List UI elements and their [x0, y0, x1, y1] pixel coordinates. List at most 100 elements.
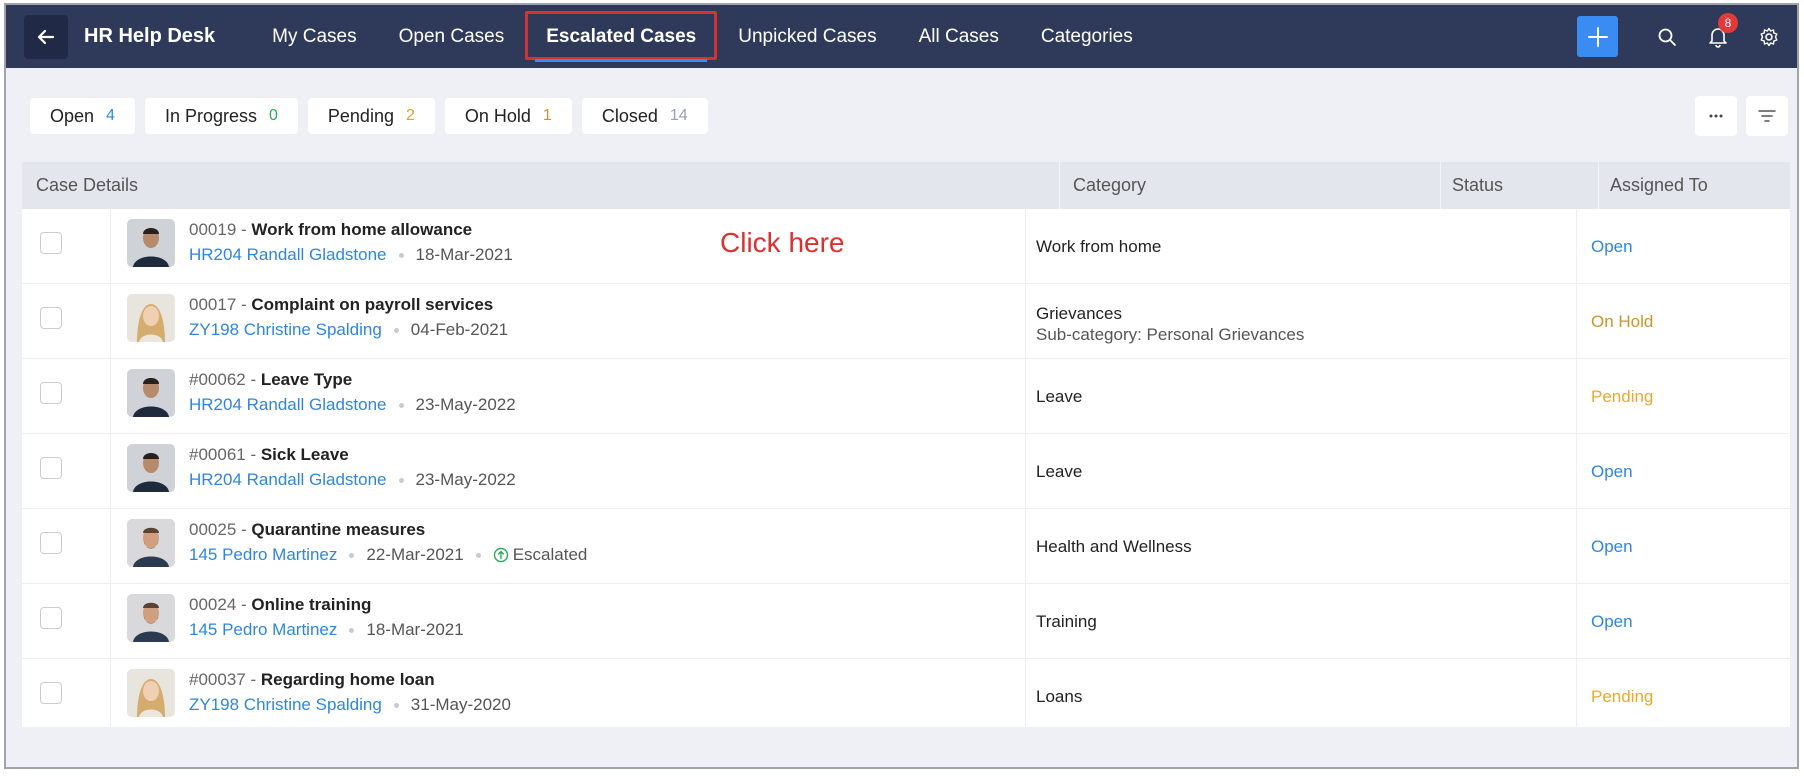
case-subject: Online training	[251, 595, 372, 614]
avatar	[127, 669, 175, 717]
column-divider	[110, 284, 111, 358]
pill-count: 0	[269, 107, 278, 124]
pill-in-progress[interactable]: In Progress 0	[144, 98, 298, 134]
case-category: Health and Wellness	[1036, 537, 1192, 556]
app-title: HR Help Desk	[84, 25, 216, 47]
case-subject: Regarding home loan	[260, 670, 435, 689]
case-id-separator: -	[245, 670, 261, 689]
case-title[interactable]: #00061 - Sick Leave	[189, 445, 349, 465]
row-checkbox[interactable]	[40, 607, 62, 629]
tab-open-cases[interactable]: Open Cases	[378, 5, 526, 68]
table-row[interactable]: #00061 - Sick Leave HR204 Randall Gladsto…	[22, 434, 1790, 509]
case-status[interactable]: Open	[1591, 537, 1633, 557]
case-status[interactable]: Pending	[1591, 387, 1653, 407]
case-status[interactable]: Pending	[1591, 687, 1653, 707]
tab-categories[interactable]: Categories	[1020, 5, 1154, 68]
escalated-icon	[493, 547, 508, 563]
notifications-button[interactable]: 8	[1700, 12, 1738, 55]
case-status[interactable]: Open	[1591, 237, 1633, 257]
column-divider	[110, 509, 111, 583]
row-checkbox[interactable]	[40, 232, 62, 254]
employee-link[interactable]: 145 Pedro Martinez	[189, 620, 337, 640]
case-date: 04-Feb-2021	[410, 320, 509, 339]
header-assigned-to[interactable]: Assigned To	[1610, 162, 1708, 209]
pill-closed[interactable]: Closed 14	[581, 98, 708, 134]
row-checkbox[interactable]	[40, 382, 62, 404]
pill-on-hold[interactable]: On Hold 1	[444, 98, 572, 134]
case-id: #00037	[189, 670, 246, 689]
case-category: Leave	[1036, 462, 1083, 481]
case-title[interactable]: #00037 - Regarding home loan	[189, 670, 435, 690]
avatar	[127, 519, 175, 567]
header-case-details[interactable]: Case Details	[36, 162, 138, 209]
app-window: HR Help Desk My Cases Open Cases Escalat…	[4, 3, 1799, 769]
case-status[interactable]: On Hold	[1591, 312, 1653, 332]
table-row[interactable]: #00037 - Regarding home loan ZY198 Christ…	[22, 659, 1790, 727]
case-title[interactable]: 00019 - Work from home allowance	[189, 220, 472, 240]
tab-label: My Cases	[272, 25, 357, 47]
row-checkbox[interactable]	[40, 532, 62, 554]
table-row[interactable]: #00062 - Leave Type HR204 Randall Gladsto…	[22, 359, 1790, 434]
case-date: 18-Mar-2021	[366, 620, 464, 639]
filter-button[interactable]	[1746, 96, 1788, 136]
case-title[interactable]: 00025 - Quarantine measures	[189, 520, 425, 540]
employee-link[interactable]: ZY198 Christine Spalding	[189, 695, 382, 715]
table-row[interactable]: 00019 - Work from home allowance HR204 Ra…	[22, 209, 1790, 284]
avatar	[127, 369, 175, 417]
table-header: Case Details Category Status Assigned To	[22, 162, 1790, 209]
settings-button[interactable]	[1751, 19, 1787, 55]
column-divider	[1025, 359, 1026, 433]
employee-link[interactable]: HR204 Randall Gladstone	[189, 245, 387, 265]
table-row[interactable]: 00025 - Quarantine measures 145 Pedro Mar…	[22, 509, 1790, 584]
employee-link[interactable]: ZY198 Christine Spalding	[189, 320, 382, 340]
avatar-image	[127, 594, 175, 642]
avatar-image	[127, 669, 175, 717]
row-checkbox[interactable]	[40, 457, 62, 479]
pill-pending[interactable]: Pending 2	[307, 98, 435, 134]
case-meta: HR204 Randall Gladstone 23-May-2022	[189, 470, 516, 490]
tab-my-cases[interactable]: My Cases	[251, 5, 377, 68]
more-options-button[interactable]	[1695, 96, 1737, 136]
pill-open[interactable]: Open 4	[30, 98, 135, 134]
plus-icon	[1587, 26, 1608, 47]
table-row[interactable]: 00017 - Complaint on payroll services ZY1…	[22, 284, 1790, 359]
case-title[interactable]: #00062 - Leave Type	[189, 370, 352, 390]
employee-link[interactable]: 145 Pedro Martinez	[189, 545, 337, 565]
search-button[interactable]	[1649, 19, 1685, 55]
case-id-separator: -	[236, 595, 252, 614]
column-divider	[110, 659, 111, 727]
tab-unpicked-cases[interactable]: Unpicked Cases	[717, 5, 897, 68]
column-divider	[110, 584, 111, 658]
tab-all-cases[interactable]: All Cases	[898, 5, 1020, 68]
click-here-annotation: Click here	[720, 227, 845, 258]
case-title[interactable]: 00017 - Complaint on payroll services	[189, 295, 493, 315]
active-tab-underline	[535, 59, 708, 62]
case-category: Leave	[1036, 387, 1083, 406]
employee-link[interactable]: HR204 Randall Gladstone	[189, 470, 387, 490]
case-category: Loans	[1036, 687, 1083, 706]
table-row[interactable]: 00024 - Online training 145 Pedro Martine…	[22, 584, 1790, 659]
case-id: 00017	[189, 295, 237, 314]
separator-dot	[398, 477, 404, 483]
add-button[interactable]	[1577, 16, 1618, 57]
row-checkbox[interactable]	[40, 682, 62, 704]
back-button[interactable]	[24, 14, 68, 59]
case-status[interactable]: Open	[1591, 462, 1633, 482]
header-category[interactable]: Category	[1073, 162, 1146, 209]
nav-actions: 8	[1577, 12, 1787, 57]
pill-count: 4	[106, 107, 115, 124]
row-checkbox[interactable]	[40, 307, 62, 329]
case-meta: HR204 Randall Gladstone 18-Mar-2021	[189, 245, 513, 265]
case-title[interactable]: 00024 - Online training	[189, 595, 371, 615]
more-dots-icon	[1709, 114, 1723, 118]
tab-escalated-cases[interactable]: Escalated Cases	[525, 5, 718, 68]
case-meta: HR204 Randall Gladstone 23-May-2022	[189, 395, 516, 415]
case-status[interactable]: Open	[1591, 612, 1633, 632]
case-id: 00025	[189, 520, 237, 539]
avatar-image	[127, 444, 175, 492]
filter-icon	[1758, 110, 1776, 122]
separator-dot	[349, 627, 355, 633]
header-status[interactable]: Status	[1452, 162, 1503, 209]
employee-link[interactable]: HR204 Randall Gladstone	[189, 395, 387, 415]
table-body: 00019 - Work from home allowance HR204 Ra…	[22, 209, 1790, 727]
